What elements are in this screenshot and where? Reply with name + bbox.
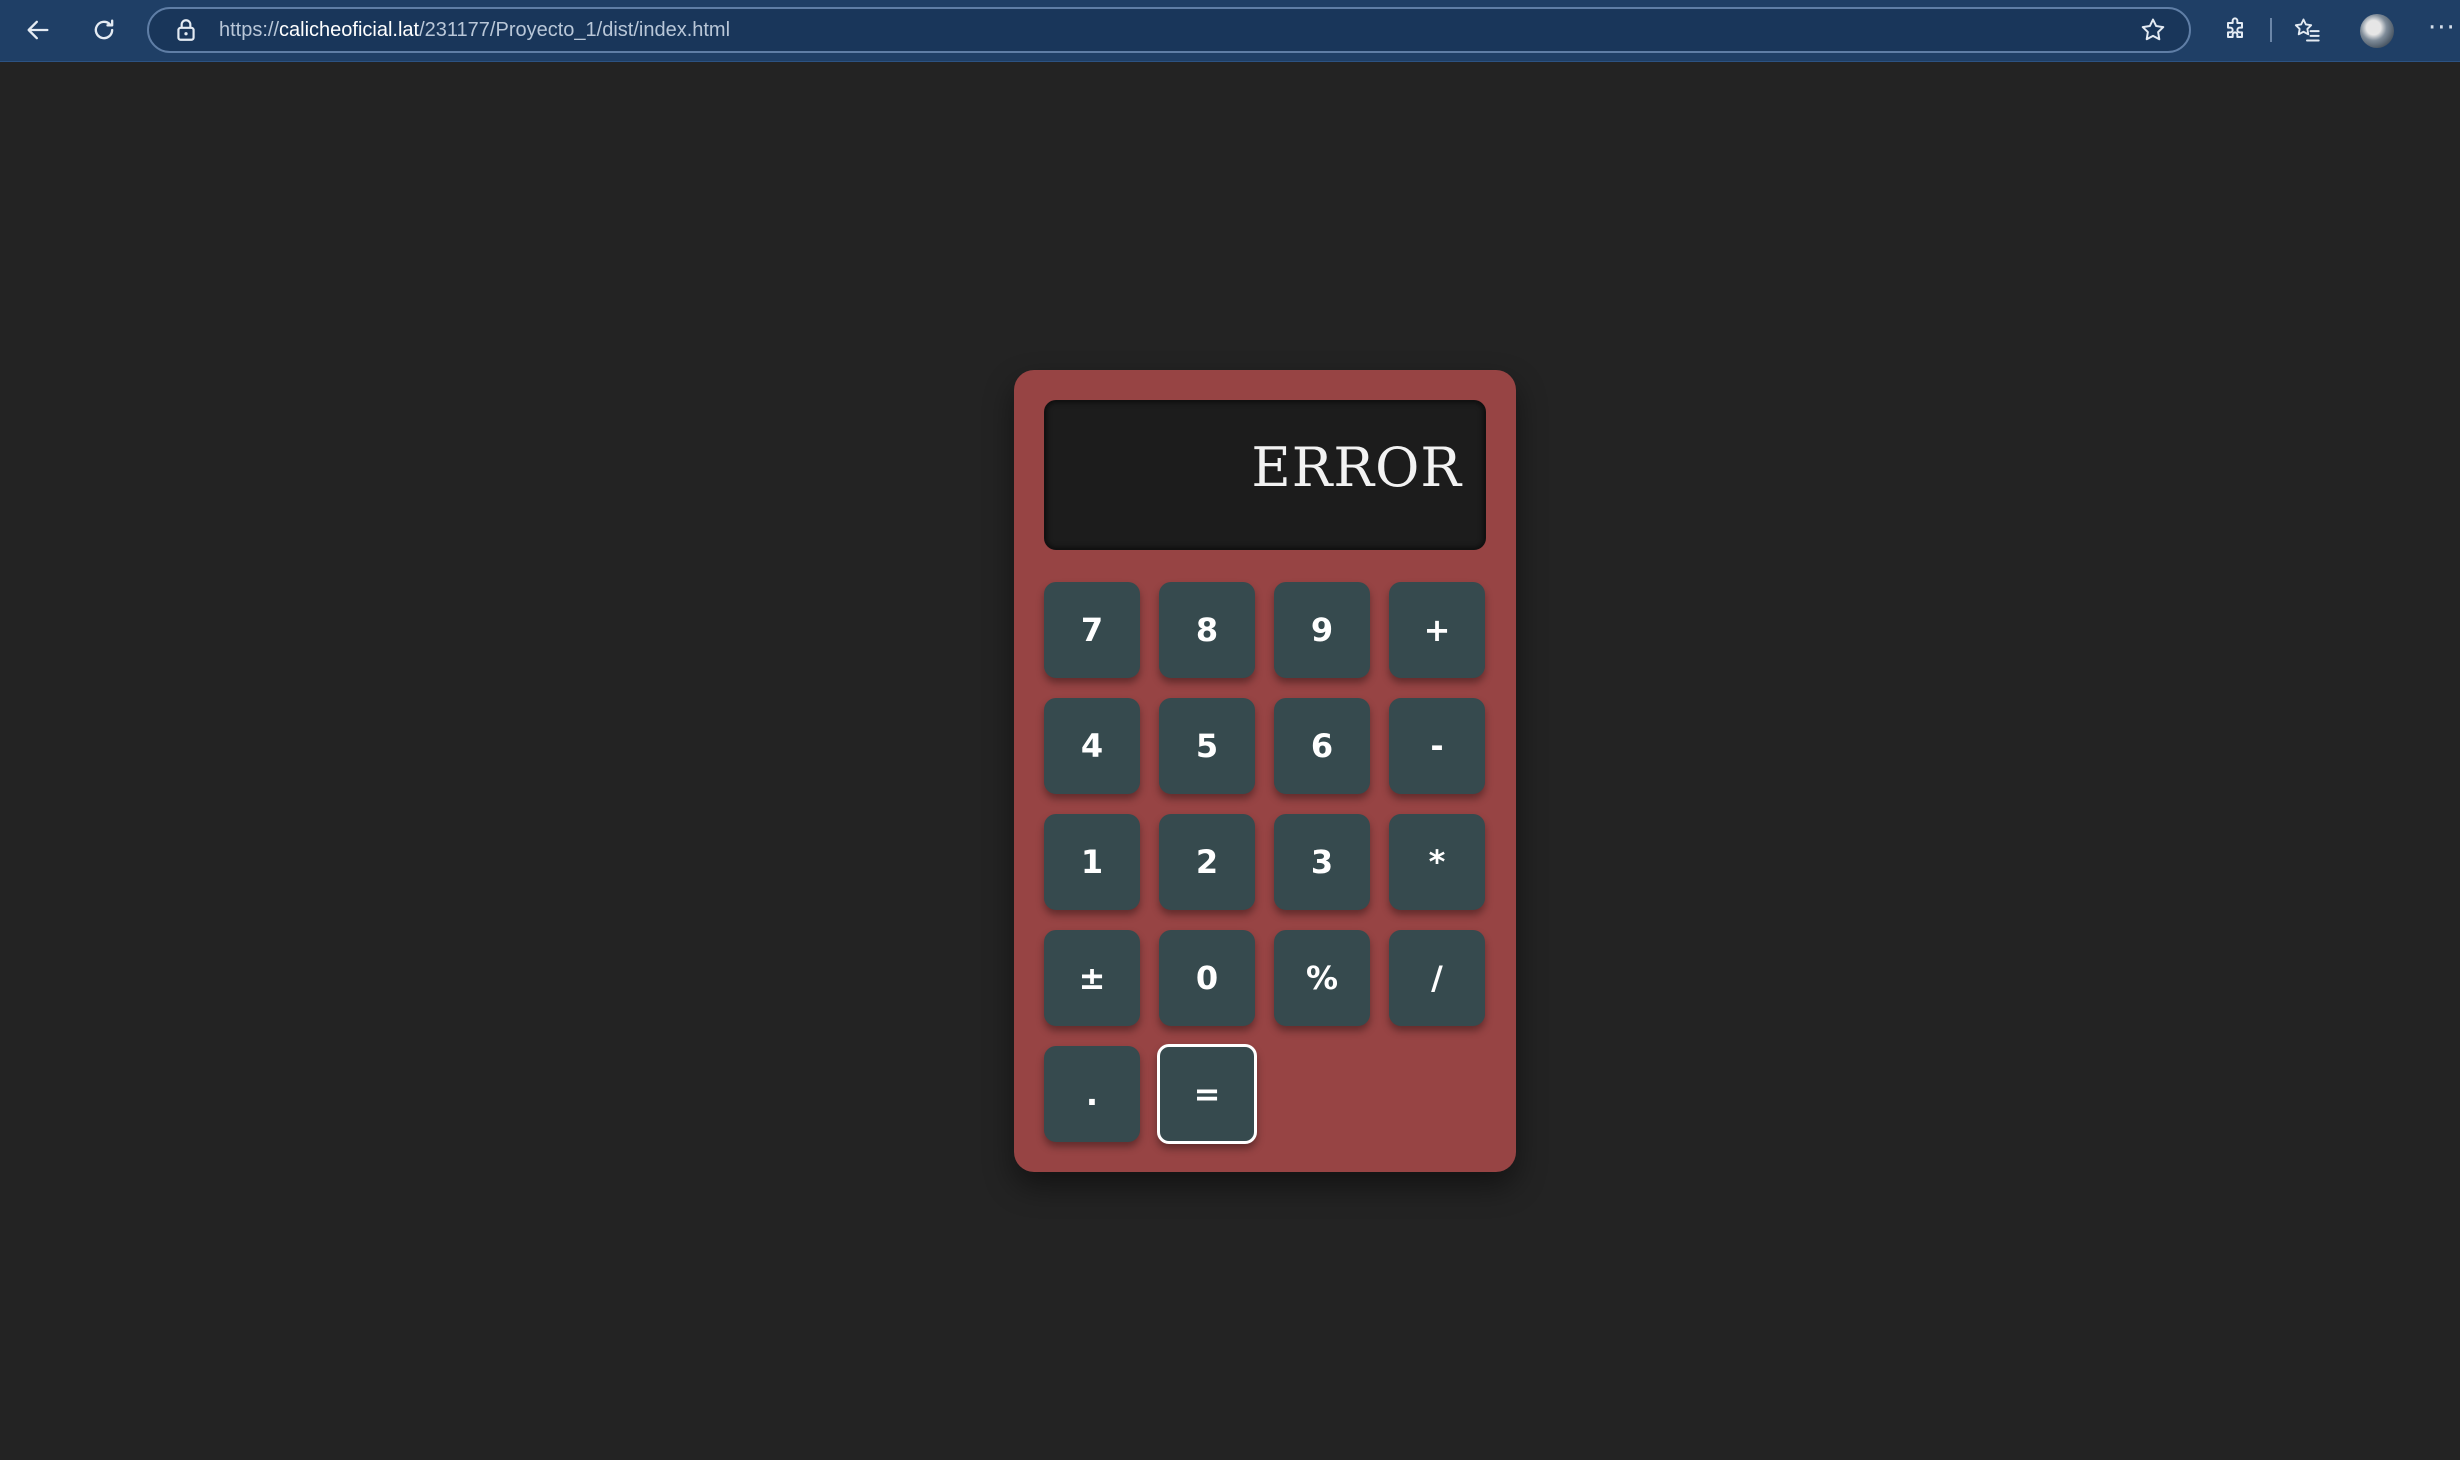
key-5[interactable]: 5 [1159, 698, 1255, 794]
puzzle-icon [2227, 17, 2243, 38]
address-bar[interactable]: https://calicheoficial.lat/231177/Proyec… [147, 7, 2191, 53]
browser-toolbar: https://calicheoficial.lat/231177/Proyec… [0, 0, 2460, 62]
key-minus[interactable]: - [1389, 698, 1485, 794]
key-3[interactable]: 3 [1274, 814, 1370, 910]
key-multiply[interactable]: * [1389, 814, 1485, 910]
display-value: ERROR [1251, 436, 1462, 499]
key-plus-minus[interactable]: ± [1044, 930, 1140, 1026]
key-1[interactable]: 1 [1044, 814, 1140, 910]
url-text[interactable]: https://calicheoficial.lat/231177/Proyec… [219, 9, 730, 51]
key-9[interactable]: 9 [1274, 582, 1370, 678]
more-options-icon[interactable]: ··· [2428, 15, 2456, 41]
calculator: ERROR 7 8 9 + 4 5 6 - 1 2 3 * ± 0 % / . … [1014, 370, 1516, 1172]
profile-avatar[interactable] [2360, 14, 2394, 48]
arrow-left-icon [27, 20, 49, 40]
key-equals[interactable]: = [1157, 1044, 1257, 1144]
extensions-button[interactable] [2218, 13, 2252, 47]
back-button[interactable] [16, 8, 60, 52]
key-decimal[interactable]: . [1044, 1046, 1140, 1142]
key-divide[interactable]: / [1389, 930, 1485, 1026]
refresh-icon [94, 19, 114, 40]
url-host: calicheoficial.lat [279, 19, 420, 41]
toolbar-divider [2270, 18, 2272, 42]
key-plus[interactable]: + [1389, 582, 1485, 678]
refresh-button[interactable] [82, 8, 126, 52]
key-0[interactable]: 0 [1159, 930, 1255, 1026]
favorite-star-icon[interactable] [2139, 16, 2167, 44]
key-8[interactable]: 8 [1159, 582, 1255, 678]
url-path: /231177/Proyecto_1/dist/index.html [419, 19, 731, 41]
lock-icon[interactable] [173, 17, 199, 43]
favorites-button[interactable] [2290, 13, 2324, 47]
key-percent[interactable]: % [1274, 930, 1370, 1026]
calculator-display: ERROR [1044, 400, 1486, 550]
key-2[interactable]: 2 [1159, 814, 1255, 910]
key-6[interactable]: 6 [1274, 698, 1370, 794]
key-7[interactable]: 7 [1044, 582, 1140, 678]
favorites-list-icon [2294, 18, 2320, 42]
key-4[interactable]: 4 [1044, 698, 1140, 794]
url-scheme: https:// [219, 19, 280, 41]
